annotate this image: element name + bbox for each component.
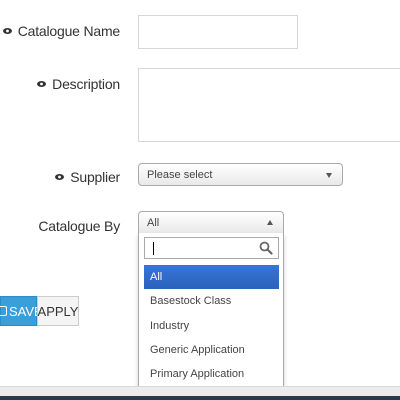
dropdown-option-all[interactable]: All — [144, 265, 279, 289]
footer-strip — [0, 396, 400, 400]
dropdown-option-basestock-class[interactable]: Basestock Class — [144, 289, 279, 313]
dropdown-option-primary-application[interactable]: Primary Application — [144, 362, 279, 386]
supplier-label-text: Supplier — [70, 169, 120, 185]
catalogue-name-label: Catalogue Name — [2, 22, 120, 40]
dropdown-search-input[interactable] — [144, 237, 279, 259]
option-label: Primary Application — [150, 368, 245, 380]
dropdown-option-industry[interactable]: Industry — [144, 314, 279, 338]
catalogue-name-input[interactable] — [138, 15, 298, 49]
catalogue-by-selected-value: All — [147, 216, 160, 229]
supplier-label: Supplier — [10, 168, 120, 186]
magnifier-icon — [259, 241, 273, 260]
option-label: All — [150, 271, 163, 283]
save-icon — [0, 306, 7, 316]
catalogue-name-label-text: Catalogue Name — [17, 23, 120, 39]
catalogue-by-label: Catalogue By — [10, 217, 120, 235]
option-label: Generic Application — [150, 344, 245, 356]
description-label: Description — [10, 75, 120, 93]
text-caret — [153, 242, 154, 255]
save-button[interactable]: SAVE — [0, 296, 43, 326]
catalogue-form-page: Catalogue Name Description Supplier Plea… — [0, 0, 400, 400]
eye-icon — [37, 81, 47, 87]
catalogue-by-label-text: Catalogue By — [38, 218, 120, 234]
dropdown-option-generic-application[interactable]: Generic Application — [144, 338, 279, 362]
description-label-text: Description — [52, 76, 120, 92]
eye-icon — [55, 174, 65, 180]
supplier-selected-value: Please select — [147, 168, 213, 181]
catalogue-by-select[interactable]: All — [138, 211, 284, 234]
apply-button[interactable]: APPLY — [37, 296, 79, 326]
chevron-up-icon — [267, 219, 273, 225]
description-textarea[interactable] — [138, 68, 400, 142]
supplier-select[interactable]: Please select — [138, 163, 343, 186]
apply-button-label: APPLY — [37, 303, 79, 319]
eye-icon — [2, 28, 12, 34]
option-label: Industry — [150, 320, 190, 332]
catalogue-by-dropdown: All Basestock Class Industry Generic App… — [138, 233, 284, 391]
option-label: Basestock Class — [150, 295, 232, 307]
chevron-down-icon — [326, 172, 332, 178]
